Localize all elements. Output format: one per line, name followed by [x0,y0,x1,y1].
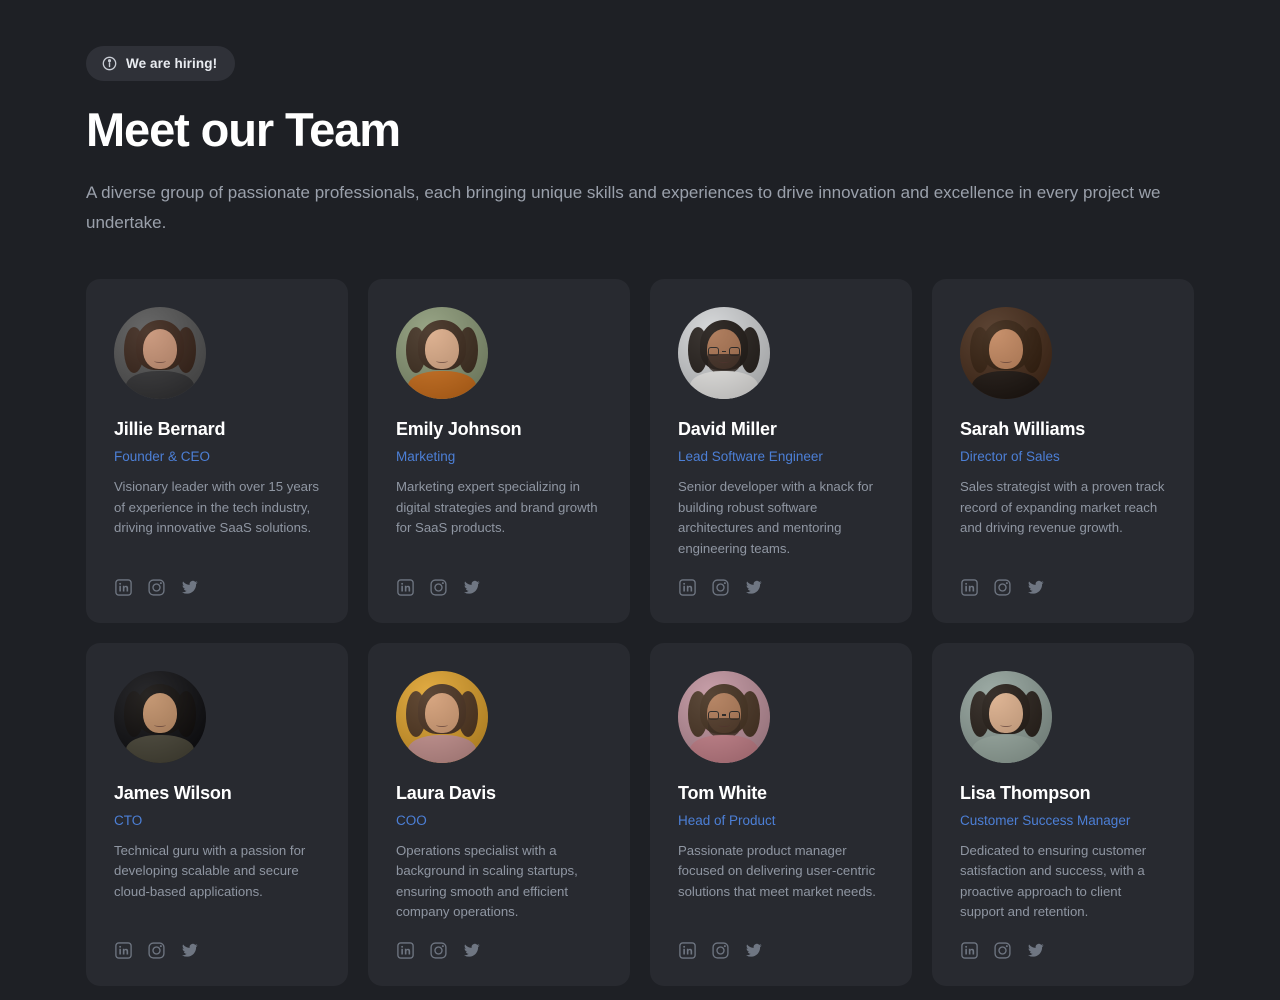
avatar [396,307,488,400]
social-links [396,923,604,960]
twitter-icon[interactable] [462,941,481,960]
linkedin-icon[interactable] [114,578,133,597]
avatar [960,307,1052,400]
member-name: Sarah Williams [960,419,1086,440]
page-subtitle: A diverse group of passionate profession… [86,183,1161,232]
member-name: Laura Davis [396,782,496,803]
social-links [678,560,886,597]
hiring-badge-label: We are hiring! [126,56,218,71]
social-links [114,560,322,597]
twitter-icon[interactable] [1026,941,1045,960]
instagram-icon[interactable] [993,578,1012,597]
member-role[interactable]: COO [396,813,604,828]
linkedin-icon[interactable] [960,578,979,597]
team-member-card[interactable]: Laura Davis COO Operations specialist wi… [368,642,630,986]
member-role[interactable]: Lead Software Engineer [678,449,886,464]
member-name: David Miller [678,419,777,440]
avatar [114,307,206,400]
linkedin-icon[interactable] [960,941,979,960]
team-member-card[interactable]: Jillie Bernard Founder & CEO Visionary l… [86,279,348,623]
instagram-icon[interactable] [429,578,448,597]
member-name: Tom White [678,782,767,803]
hiring-badge[interactable]: We are hiring! [86,46,236,81]
member-name: Jillie Bernard [114,419,226,440]
avatar [678,307,770,400]
instagram-icon[interactable] [711,941,730,960]
member-name: Lisa Thompson [960,782,1091,803]
instagram-icon[interactable] [147,941,166,960]
linkedin-icon[interactable] [678,578,697,597]
linkedin-icon[interactable] [114,941,133,960]
instagram-icon[interactable] [429,941,448,960]
instagram-icon[interactable] [147,578,166,597]
team-member-card[interactable]: James Wilson CTO Technical guru with a p… [86,642,348,986]
twitter-icon[interactable] [744,578,763,597]
member-role[interactable]: Marketing [396,449,604,464]
info-icon [102,56,117,71]
twitter-icon[interactable] [180,578,199,597]
member-bio: Senior developer with a knack for buildi… [678,479,873,556]
linkedin-icon[interactable] [396,941,415,960]
linkedin-icon[interactable] [678,941,697,960]
member-role[interactable]: Founder & CEO [114,449,322,464]
instagram-icon[interactable] [993,941,1012,960]
social-links [114,923,322,960]
avatar [960,670,1052,763]
avatar [678,670,770,763]
avatar [114,670,206,763]
team-member-card[interactable]: David Miller Lead Software Engineer Seni… [650,279,912,623]
social-links [396,560,604,597]
team-member-card[interactable]: Tom White Head of Product Passionate pro… [650,642,912,986]
member-role[interactable]: Director of Sales [960,449,1168,464]
member-name: Emily Johnson [396,419,522,440]
team-member-card[interactable]: Emily Johnson Marketing Marketing expert… [368,279,630,623]
member-role[interactable]: Customer Success Manager [960,813,1168,828]
member-bio: Marketing expert specializing in digital… [396,479,598,536]
member-bio: Passionate product manager focused on de… [678,842,876,899]
member-bio: Technical guru with a passion for develo… [114,842,306,899]
instagram-icon[interactable] [711,578,730,597]
member-role[interactable]: Head of Product [678,813,886,828]
linkedin-icon[interactable] [396,578,415,597]
member-bio: Visionary leader with over 15 years of e… [114,479,319,536]
social-links [960,560,1168,597]
social-links [678,923,886,960]
member-role[interactable]: CTO [114,813,322,828]
member-bio: Operations specialist with a background … [396,842,578,920]
member-bio: Sales strategist with a proven track rec… [960,479,1165,536]
twitter-icon[interactable] [1026,578,1045,597]
page-title: Meet our Team [86,103,401,156]
avatar [396,670,488,763]
team-member-card[interactable]: Lisa Thompson Customer Success Manager D… [932,642,1194,986]
member-name: James Wilson [114,782,232,803]
member-bio: Dedicated to ensuring customer satisfact… [960,842,1147,920]
twitter-icon[interactable] [462,578,481,597]
team-member-card[interactable]: Sarah Williams Director of Sales Sales s… [932,279,1194,623]
team-grid: Jillie Bernard Founder & CEO Visionary l… [86,279,1194,986]
team-page: We are hiring! Meet our Team A diverse g… [0,0,1280,1000]
social-links [960,923,1168,960]
twitter-icon[interactable] [180,941,199,960]
twitter-icon[interactable] [744,941,763,960]
